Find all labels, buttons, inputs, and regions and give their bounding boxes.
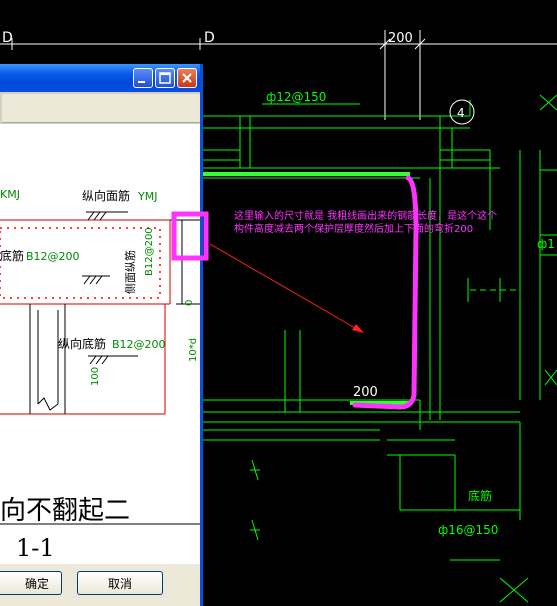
dialog-toolbar: [2, 94, 201, 123]
grid-circle-label: 4: [457, 106, 465, 120]
rebar-bottom-label: ф16@150: [438, 523, 498, 537]
dim-100-label: 100: [90, 367, 101, 386]
dialog-right-border: [200, 64, 203, 606]
minimize-icon: [138, 81, 145, 83]
label-long-bottom: 纵向底筋: [58, 336, 106, 351]
dialog-footer: 确定 取消: [0, 564, 203, 606]
label-bottom-rebar-short: 底筋: [0, 248, 24, 263]
section-drawing-panel: KMJ 纵向面筋 YMJ 底筋 B12@200 侧面纵筋 B12@200 纵向底…: [0, 124, 200, 569]
label-side-rebar-spec: B12@200: [144, 227, 155, 276]
dim-top-right: 200: [388, 31, 413, 46]
cad-thick-rebar: [203, 172, 410, 405]
maximize-button[interactable]: [155, 68, 175, 88]
dim-200-label: 200: [353, 385, 378, 400]
label-side-rebar: 侧面纵筋: [123, 250, 137, 294]
ok-button[interactable]: 确定: [0, 571, 62, 595]
annotation-line-2: 构件高度减去两个保护层厚度然后加上下面的弯折200: [234, 222, 473, 235]
annotation-line-1: 这里输入的尺寸就是 我粗线画出来的钢筋长度，是这个这个: [234, 209, 497, 222]
rebar-top-label: ф12@150: [266, 90, 326, 104]
close-button[interactable]: [177, 68, 197, 88]
rebar-right-label: ф1: [537, 237, 555, 251]
pointer-arrow-head: [352, 324, 364, 333]
section-big-title: 向不翻起二: [0, 496, 130, 526]
dim-top-mid: D: [204, 30, 215, 46]
dim-top-left: D: [2, 30, 13, 46]
label-face-rebar: 纵向面筋: [82, 188, 130, 203]
screen: D D 200 ф12@150 4 200 ф1 底筋 ф16@150 这里输入…: [0, 0, 557, 606]
section-drawing: KMJ 纵向面筋 YMJ 底筋 B12@200 侧面纵筋 B12@200 纵向底…: [0, 188, 200, 569]
label-kmj: KMJ: [0, 188, 20, 201]
section-label: 1-1: [16, 534, 55, 562]
maximize-icon: [159, 72, 171, 84]
close-icon: [182, 73, 192, 83]
pointer-arrow: [209, 243, 363, 333]
label-long-bottom-spec: B12@200: [112, 338, 166, 351]
dialog-titlebar[interactable]: [0, 64, 203, 92]
cancel-button[interactable]: 取消: [77, 571, 163, 595]
minimize-button[interactable]: [133, 68, 153, 88]
label-face-rebar-code: YMJ: [137, 190, 157, 203]
bottom-right-label: 底筋: [468, 488, 492, 503]
dim-10d-label: 10*d: [188, 338, 199, 362]
rebar-dialog-window[interactable]: KMJ 纵向面筋 YMJ 底筋 B12@200 侧面纵筋 B12@200 纵向底…: [0, 64, 203, 606]
label-bottom-rebar-spec: B12@200: [26, 250, 80, 263]
input-value-text: 0: [184, 300, 195, 306]
